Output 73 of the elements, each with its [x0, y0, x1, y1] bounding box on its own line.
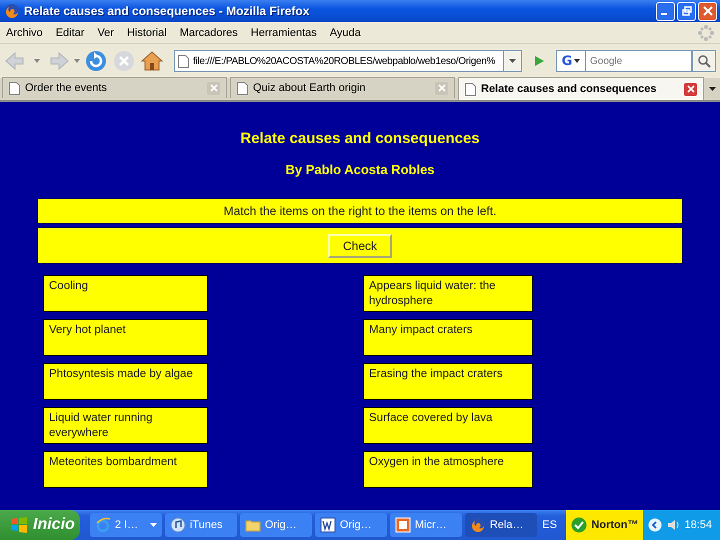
search-engine-button[interactable]: G [556, 50, 586, 72]
caret-icon [509, 59, 516, 63]
caret-icon [574, 59, 580, 63]
norton-button[interactable]: Norton™ [566, 510, 644, 540]
menu-item[interactable]: Ayuda [330, 26, 367, 40]
menu-item[interactable]: Herramientas [250, 26, 323, 40]
search-button[interactable] [692, 50, 716, 72]
restore-button[interactable] [677, 2, 696, 20]
close-tab-icon[interactable] [684, 82, 697, 96]
minimize-icon [661, 13, 667, 15]
instruction-text: Match the items on the right to the items on the left. [224, 204, 496, 218]
go-icon[interactable] [532, 54, 546, 68]
language-indicator[interactable]: ES [536, 519, 562, 531]
menu-item[interactable]: Ver [97, 26, 120, 40]
music-icon [170, 517, 186, 533]
cause-card[interactable]: Very hot planet [43, 319, 208, 356]
browser-logo-icon [470, 517, 486, 533]
page-icon [237, 82, 248, 94]
caret-icon[interactable] [74, 59, 80, 63]
page-icon [465, 82, 476, 96]
menu-item[interactable]: Archivo [6, 26, 49, 40]
address-field[interactable]: file:///E:/PABLO%20ACOSTA%20ROBLES/webpablo/web1eso/Origen% [174, 50, 504, 72]
page-icon [178, 54, 189, 68]
minimize-button[interactable] [656, 2, 675, 20]
browser-tab[interactable]: Relate causes and consequences [458, 77, 704, 100]
taskbar-button[interactable]: Orig… [314, 513, 387, 537]
restore-icon [682, 6, 692, 16]
taskbar-button[interactable]: iTunes [164, 513, 237, 537]
slides-icon [394, 517, 411, 533]
cause-card[interactable]: Phtosyntesis made by algae [43, 363, 208, 400]
cause-card[interactable]: Cooling [43, 275, 208, 312]
browser-logo-icon [4, 3, 20, 19]
close-icon [686, 85, 694, 93]
menu-item[interactable]: Editar [56, 26, 90, 40]
page-icon [9, 82, 20, 94]
close-icon [438, 84, 446, 92]
document-icon [320, 517, 336, 533]
activity-icon [698, 24, 714, 40]
taskbar-button[interactable]: Orig… [240, 513, 312, 537]
search-field[interactable]: Google [586, 50, 692, 72]
menu-item[interactable]: Historial [126, 26, 173, 40]
author-line: By Pablo Acosta Robles [285, 162, 435, 177]
cause-card[interactable]: Meteorites bombardment [43, 451, 208, 488]
clock: 18:54 [684, 519, 712, 531]
close-icon [210, 84, 218, 92]
taskbar-button[interactable]: 2 I… [90, 513, 162, 537]
consequence-card[interactable]: Oxygen in the atmosphere [363, 451, 533, 488]
check-button[interactable]: Check [328, 234, 392, 258]
checkmark-icon [571, 517, 588, 533]
home-icon[interactable] [140, 49, 164, 73]
browser-tab[interactable]: Quiz about Earth origin [230, 77, 455, 98]
consequence-card[interactable]: Appears liquid water: the hydrosphere [363, 275, 533, 312]
close-button[interactable] [698, 2, 717, 20]
taskbar-button[interactable]: Micr… [390, 513, 462, 537]
windows-flag-icon [10, 517, 28, 533]
cause-card[interactable]: Liquid water running everywhere [43, 407, 208, 444]
close-icon [702, 6, 712, 16]
window-title: Relate causes and consequences - Mozilla Firefox [24, 4, 310, 18]
history-dropdown-button[interactable] [504, 50, 522, 72]
taskbar-button[interactable]: Rela… [464, 513, 537, 537]
consequence-card[interactable]: Surface covered by lava [363, 407, 533, 444]
menu-item[interactable]: Marcadores [180, 26, 244, 40]
search-icon [697, 54, 711, 68]
chevron-icon[interactable] [648, 518, 662, 532]
caret-icon[interactable] [34, 59, 40, 63]
browser-tab[interactable]: Order the events [2, 77, 227, 98]
consequence-card[interactable]: Erasing the impact craters [363, 363, 533, 400]
consequence-card[interactable]: Many impact craters [363, 319, 533, 356]
speaker-icon[interactable] [666, 518, 680, 532]
page-title: Relate causes and consequences [240, 130, 480, 147]
caret-icon [708, 87, 716, 91]
reload-icon[interactable] [84, 49, 108, 73]
browser-globe-icon [94, 517, 111, 533]
